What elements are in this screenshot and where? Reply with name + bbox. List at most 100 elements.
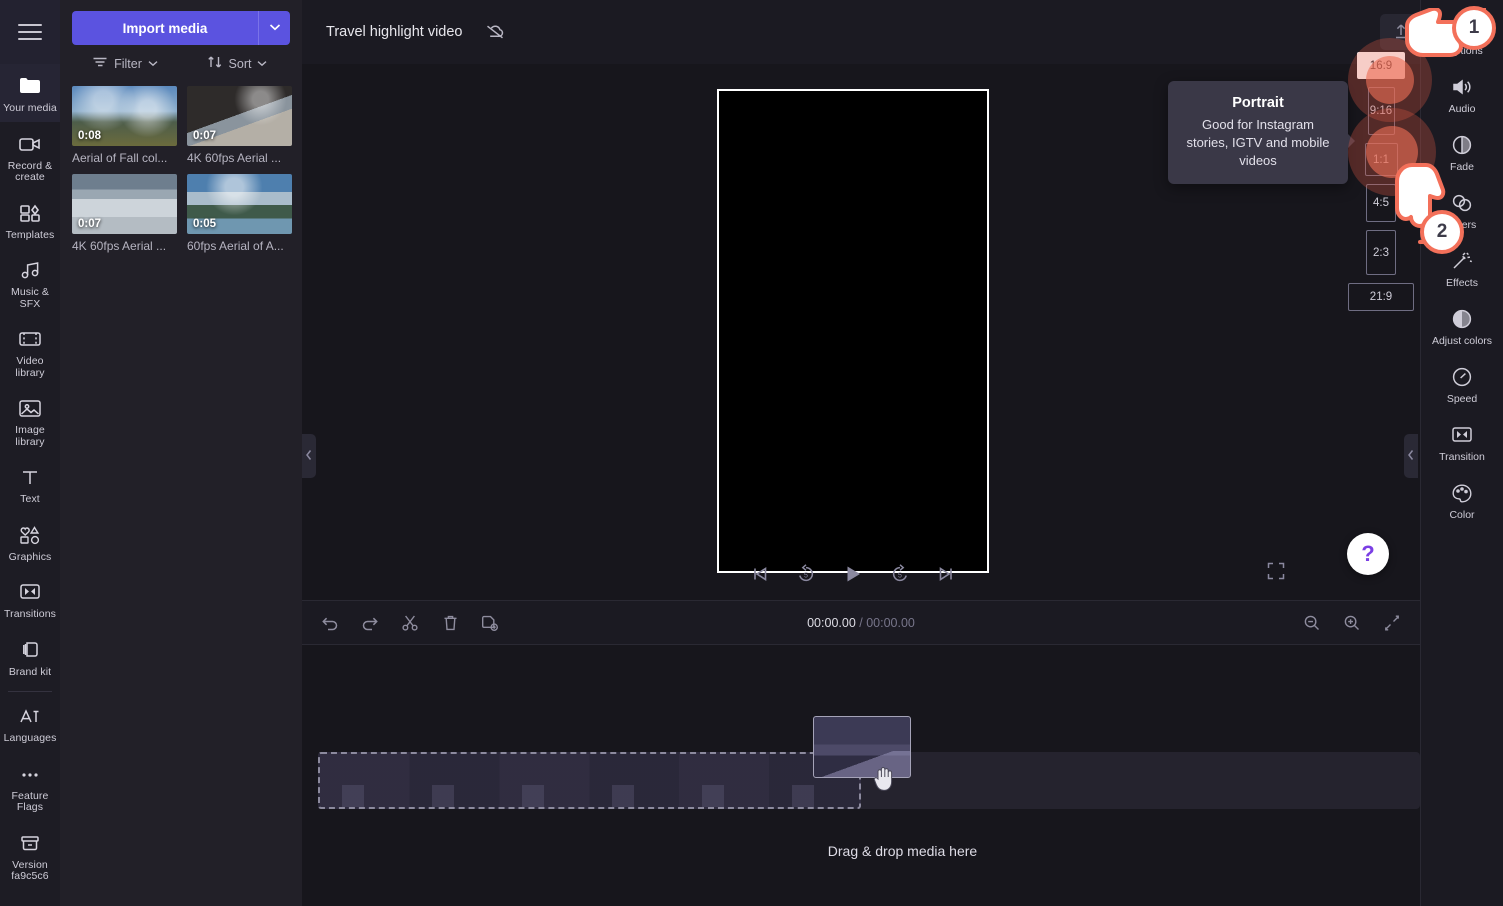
- sidebar-item-music-sfx[interactable]: Music & SFX: [0, 248, 60, 317]
- undo-icon[interactable]: [316, 609, 344, 637]
- sidebar-item-graphics[interactable]: Graphics: [0, 513, 60, 571]
- aspect-ratio-21-9[interactable]: 21:9: [1348, 283, 1414, 311]
- fade-circle-icon: [1450, 133, 1474, 157]
- tool-label: Audio: [1448, 103, 1476, 115]
- cloud-off-icon[interactable]: [478, 17, 512, 47]
- import-media-dropdown-button[interactable]: [258, 11, 290, 45]
- skip-previous-icon[interactable]: [750, 565, 770, 583]
- duplicate-icon[interactable]: [476, 609, 504, 637]
- tool-fade[interactable]: Fade: [1421, 124, 1503, 182]
- tool-label: Transition: [1439, 451, 1485, 463]
- filter-label: Filter: [114, 56, 142, 71]
- skip-next-icon[interactable]: [936, 565, 956, 583]
- sidebar-item-your-media[interactable]: Your media: [0, 64, 60, 122]
- fit-to-screen-icon[interactable]: [1378, 609, 1406, 637]
- tool-color[interactable]: Color: [1421, 472, 1503, 530]
- aspect-ratio-9-16[interactable]: 9:16: [1367, 87, 1395, 135]
- sidebar-item-image-library[interactable]: Image library: [0, 386, 60, 455]
- tool-adjust-colors[interactable]: Adjust colors: [1421, 298, 1503, 356]
- total-time: 00:00.00: [866, 615, 915, 630]
- sidebar-item-languages[interactable]: Languages: [0, 694, 60, 752]
- ellipsis-icon: [18, 761, 42, 787]
- tool-transition[interactable]: Transition: [1421, 414, 1503, 472]
- folder-icon: [17, 73, 43, 99]
- tool-label: Fade: [1450, 161, 1474, 173]
- hamburger-menu-icon[interactable]: [0, 0, 60, 64]
- media-item[interactable]: 0:08 Aerial of Fall col...: [72, 86, 177, 165]
- grab-cursor-icon: [872, 763, 898, 798]
- sidebar-item-version[interactable]: Version fa9c5c6: [0, 821, 60, 890]
- speaker-icon: [1450, 75, 1474, 99]
- tool-label: Captions: [1441, 45, 1483, 57]
- timeline[interactable]: Drag & drop media here: [302, 645, 1503, 906]
- media-name: Aerial of Fall col...: [72, 151, 168, 165]
- tool-audio[interactable]: Audio: [1421, 66, 1503, 124]
- filters-icon: [1450, 191, 1474, 215]
- sidebar-item-transitions[interactable]: Transitions: [0, 570, 60, 628]
- sidebar-item-text[interactable]: Text: [0, 455, 60, 513]
- sidebar-label: Graphics: [8, 550, 52, 563]
- media-grid: 0:08 Aerial of Fall col... 0:07 4K 60fps…: [60, 78, 302, 253]
- import-media-button[interactable]: Import media: [72, 11, 258, 45]
- trash-icon[interactable]: [436, 609, 464, 637]
- video-camera-icon: [17, 131, 43, 157]
- sidebar-label: Feature Flags: [11, 789, 49, 813]
- play-button[interactable]: [842, 563, 864, 585]
- sidebar-item-feature-flags[interactable]: Feature Flags: [0, 752, 60, 821]
- sidebar-item-video-library[interactable]: Video library: [0, 317, 60, 386]
- timeline-edit-tools: [316, 609, 504, 637]
- rewind-5-icon[interactable]: 5: [796, 564, 816, 584]
- aspect-ratio-2-3[interactable]: 2:3: [1366, 230, 1396, 275]
- project-title-input[interactable]: Travel highlight video: [316, 17, 472, 47]
- help-button[interactable]: ?: [1347, 533, 1389, 575]
- left-nav-rail: Your media Record & create Templates Mus…: [0, 0, 60, 906]
- chevron-left-icon: [1407, 449, 1415, 464]
- image-icon: [17, 395, 43, 421]
- tool-effects[interactable]: Effects: [1421, 240, 1503, 298]
- svg-text:5: 5: [804, 572, 808, 579]
- sidebar-label: Brand kit: [8, 665, 52, 678]
- media-name: 60fps Aerial of A...: [187, 239, 284, 253]
- fullscreen-icon[interactable]: [1267, 562, 1285, 585]
- aspect-ratio-4-5[interactable]: 4:5: [1366, 184, 1396, 222]
- video-canvas[interactable]: [716, 89, 989, 573]
- collapse-left-panel-handle[interactable]: [302, 434, 316, 478]
- sidebar-label: Templates: [5, 228, 55, 241]
- forward-5-icon[interactable]: 5: [890, 564, 910, 584]
- timeline-toolbar: 00:00.00 / 00:00.00: [302, 600, 1420, 645]
- rail-divider: [8, 691, 52, 692]
- text-t-icon: [19, 464, 41, 490]
- sidebar-item-templates[interactable]: Templates: [0, 191, 60, 249]
- playback-controls: 5 5: [302, 548, 1403, 600]
- tool-speed[interactable]: Speed: [1421, 356, 1503, 414]
- media-item[interactable]: 0:07 4K 60fps Aerial ...: [187, 86, 292, 165]
- music-note-icon: [18, 257, 42, 283]
- sidebar-item-brand-kit[interactable]: Brand kit: [0, 628, 60, 686]
- tool-filters[interactable]: Filters: [1421, 182, 1503, 240]
- media-item[interactable]: 0:05 60fps Aerial of A...: [187, 174, 292, 253]
- zoom-out-icon[interactable]: [1298, 609, 1326, 637]
- aspect-ratio-16-9[interactable]: 16:9: [1357, 52, 1405, 79]
- tool-captions[interactable]: CC Captions: [1421, 8, 1503, 66]
- sort-arrows-icon: [207, 55, 223, 72]
- drop-hint-text: Drag & drop media here: [827, 843, 978, 859]
- sidebar-label: Your media: [3, 102, 57, 114]
- media-item[interactable]: 0:07 4K 60fps Aerial ...: [72, 174, 177, 253]
- aspect-ratio-menu: 16:9 9:16 1:1 4:5 2:3 21:9: [1346, 52, 1416, 311]
- filter-button[interactable]: Filter: [74, 55, 176, 72]
- sidebar-label: Video library: [15, 355, 45, 379]
- sidebar-label: Transitions: [3, 608, 57, 620]
- media-thumbnail: 0:07: [187, 86, 292, 146]
- sort-button[interactable]: Sort: [186, 55, 288, 72]
- sidebar-label: Record & create: [7, 159, 53, 183]
- top-bar: Travel highlight video Export: [302, 0, 1503, 64]
- zoom-in-icon[interactable]: [1338, 609, 1366, 637]
- scissors-icon[interactable]: [396, 609, 424, 637]
- clipchamp-editor: Your media Record & create Templates Mus…: [0, 0, 1503, 906]
- sidebar-item-record-create[interactable]: Record & create: [0, 122, 60, 191]
- aspect-ratio-1-1[interactable]: 1:1: [1364, 143, 1398, 176]
- redo-icon[interactable]: [356, 609, 384, 637]
- clip-frames-preview: [320, 785, 859, 807]
- collapse-right-panel-handle[interactable]: [1404, 434, 1418, 478]
- media-thumbnail: 0:05: [187, 174, 292, 234]
